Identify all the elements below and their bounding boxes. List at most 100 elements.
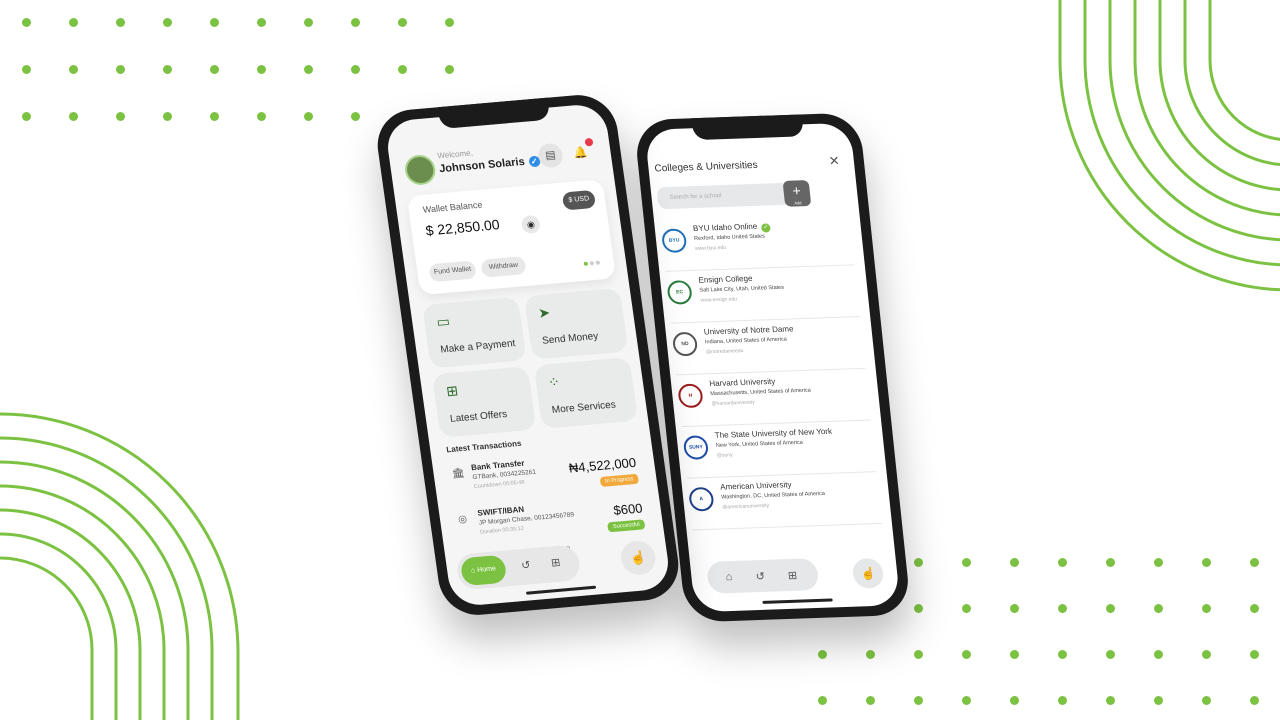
decor-dot [210, 18, 219, 27]
decor-dot [304, 112, 313, 121]
school-search-input[interactable]: Search for a school [656, 182, 792, 210]
home-indicator [761, 598, 833, 604]
decor-dot [962, 650, 971, 659]
decor-dot [1250, 604, 1259, 613]
phone-notch [691, 114, 804, 141]
home-icon[interactable]: ⌂ [725, 571, 733, 583]
nav-home-button[interactable]: ⌂ Home [459, 554, 508, 587]
university-location: Massachusetts, United States of America [710, 387, 812, 398]
decor-dot [914, 604, 923, 613]
clipboard-icon[interactable]: ▤ [536, 142, 565, 169]
decor-dot [210, 112, 219, 121]
decor-dot [1058, 558, 1067, 567]
university-row[interactable]: A American University Washington, DC, Unit… [687, 473, 882, 531]
decor-dot [1154, 604, 1163, 613]
wallet-card: Wallet Balance $ 22,850.00 ◉ $ USD Fund … [406, 179, 617, 296]
tile-label: Send Money [541, 330, 600, 347]
university-row[interactable]: BYU BYU Idaho Online ✓ Rexford, Idaho Unite… [660, 214, 855, 272]
globe-icon: ◎ [457, 513, 468, 526]
history-icon[interactable]: ↺ [520, 558, 531, 572]
decor-dot [69, 18, 78, 27]
decor-dot [1202, 650, 1211, 659]
university-name-text: Ensign College [698, 273, 753, 285]
bottom-nav: ⌂ ↺ ⊞ [705, 558, 820, 594]
tile-label: Latest Offers [449, 409, 508, 425]
decor-dot [163, 65, 172, 74]
support-button[interactable]: ☝ [618, 539, 658, 577]
decor-dot [398, 65, 407, 74]
welcome-text: Welcome, [436, 148, 474, 161]
status-badge: Successful [607, 519, 646, 533]
decor-dot [1058, 650, 1067, 659]
decor-dot [116, 65, 125, 74]
university-row[interactable]: SUNY The State University of New York New … [681, 421, 877, 479]
university-name: Ensign College [698, 274, 753, 285]
university-location: New York, United States of America [715, 439, 804, 449]
history-icon[interactable]: ↺ [755, 570, 765, 583]
university-name-text: American University [719, 480, 792, 492]
decor-dot [116, 18, 125, 27]
make-payment-tile[interactable]: ▭ Make a Payment [422, 296, 527, 369]
tile-label: More Services [551, 399, 617, 416]
decor-dot [163, 112, 172, 121]
decor-dot [69, 65, 78, 74]
decor-dot [1106, 650, 1115, 659]
add-school-button[interactable]: + Add [782, 180, 812, 207]
university-location: Washington, DC, United States of America [721, 490, 826, 501]
avatar[interactable] [403, 153, 438, 187]
decor-dot [1154, 650, 1163, 659]
decor-dot [445, 65, 454, 74]
decor-dot [1106, 558, 1115, 567]
decor-dot [962, 604, 971, 613]
decor-dot [163, 18, 172, 27]
grid-icon[interactable]: ⊞ [787, 569, 797, 582]
support-button[interactable]: ☝ [851, 557, 885, 589]
decor-dot [1010, 558, 1019, 567]
more-services-tile[interactable]: ⁘ More Services [533, 357, 639, 429]
university-web: www.byui.edu [694, 244, 727, 252]
decor-dot [914, 558, 923, 567]
university-row[interactable]: H Harvard University Massachusetts, United… [676, 369, 872, 428]
home-indicator [525, 585, 597, 595]
university-name: University of Notre Dame [703, 324, 793, 336]
university-location: Salt Lake City, Utah, United States [699, 284, 785, 294]
grid-icon[interactable]: ⊞ [550, 556, 561, 570]
decor-dot [866, 696, 875, 705]
decor-dot [914, 696, 923, 705]
transaction-sub: Countdown 00:05:48 [473, 479, 525, 491]
decor-dot [257, 18, 266, 27]
decor-arcs-bottom-left [0, 412, 240, 720]
decor-dot [1010, 650, 1019, 659]
university-web: @americanuniversity [722, 502, 770, 511]
decor-dot [1058, 696, 1067, 705]
decor-dot [1010, 604, 1019, 613]
withdraw-button[interactable]: Withdraw [480, 256, 527, 278]
send-money-tile[interactable]: ➤ Send Money [523, 287, 629, 360]
university-row[interactable]: EC Ensign College Salt Lake City, Utah, Un… [665, 266, 861, 324]
status-badge: In Progress [599, 473, 639, 487]
latest-offers-tile[interactable]: ⊞ Latest Offers [431, 366, 537, 438]
decor-dot [962, 696, 971, 705]
university-logo: BYU [660, 228, 688, 254]
eye-icon[interactable]: ◉ [520, 214, 542, 235]
university-row[interactable]: ND University of Notre Dame Indiana, Unite… [670, 318, 866, 376]
university-logo: ND [671, 331, 699, 357]
university-logo: SUNY [682, 435, 710, 460]
decor-dot [1106, 604, 1115, 613]
fund-wallet-button[interactable]: Fund Wallet [428, 260, 477, 283]
university-location: Indiana, United States of America [704, 336, 788, 346]
decor-dot [1250, 650, 1259, 659]
university-name: The State University of New York [714, 427, 832, 440]
carousel-indicator [580, 252, 601, 271]
currency-selector[interactable]: $ USD [561, 189, 597, 211]
decor-dot [210, 65, 219, 74]
decor-dot [116, 112, 125, 121]
bell-icon[interactable]: 🔔 [567, 137, 594, 166]
close-icon[interactable]: ✕ [828, 153, 841, 169]
decor-dot [22, 18, 31, 27]
decor-dot [1250, 696, 1259, 705]
wallet-screen: Welcome, Johnson Solaris ✓ ▤ 🔔 Wallet Bal… [384, 102, 672, 608]
decor-dot [1154, 696, 1163, 705]
decor-dot [1202, 604, 1211, 613]
university-logo: EC [666, 280, 693, 305]
